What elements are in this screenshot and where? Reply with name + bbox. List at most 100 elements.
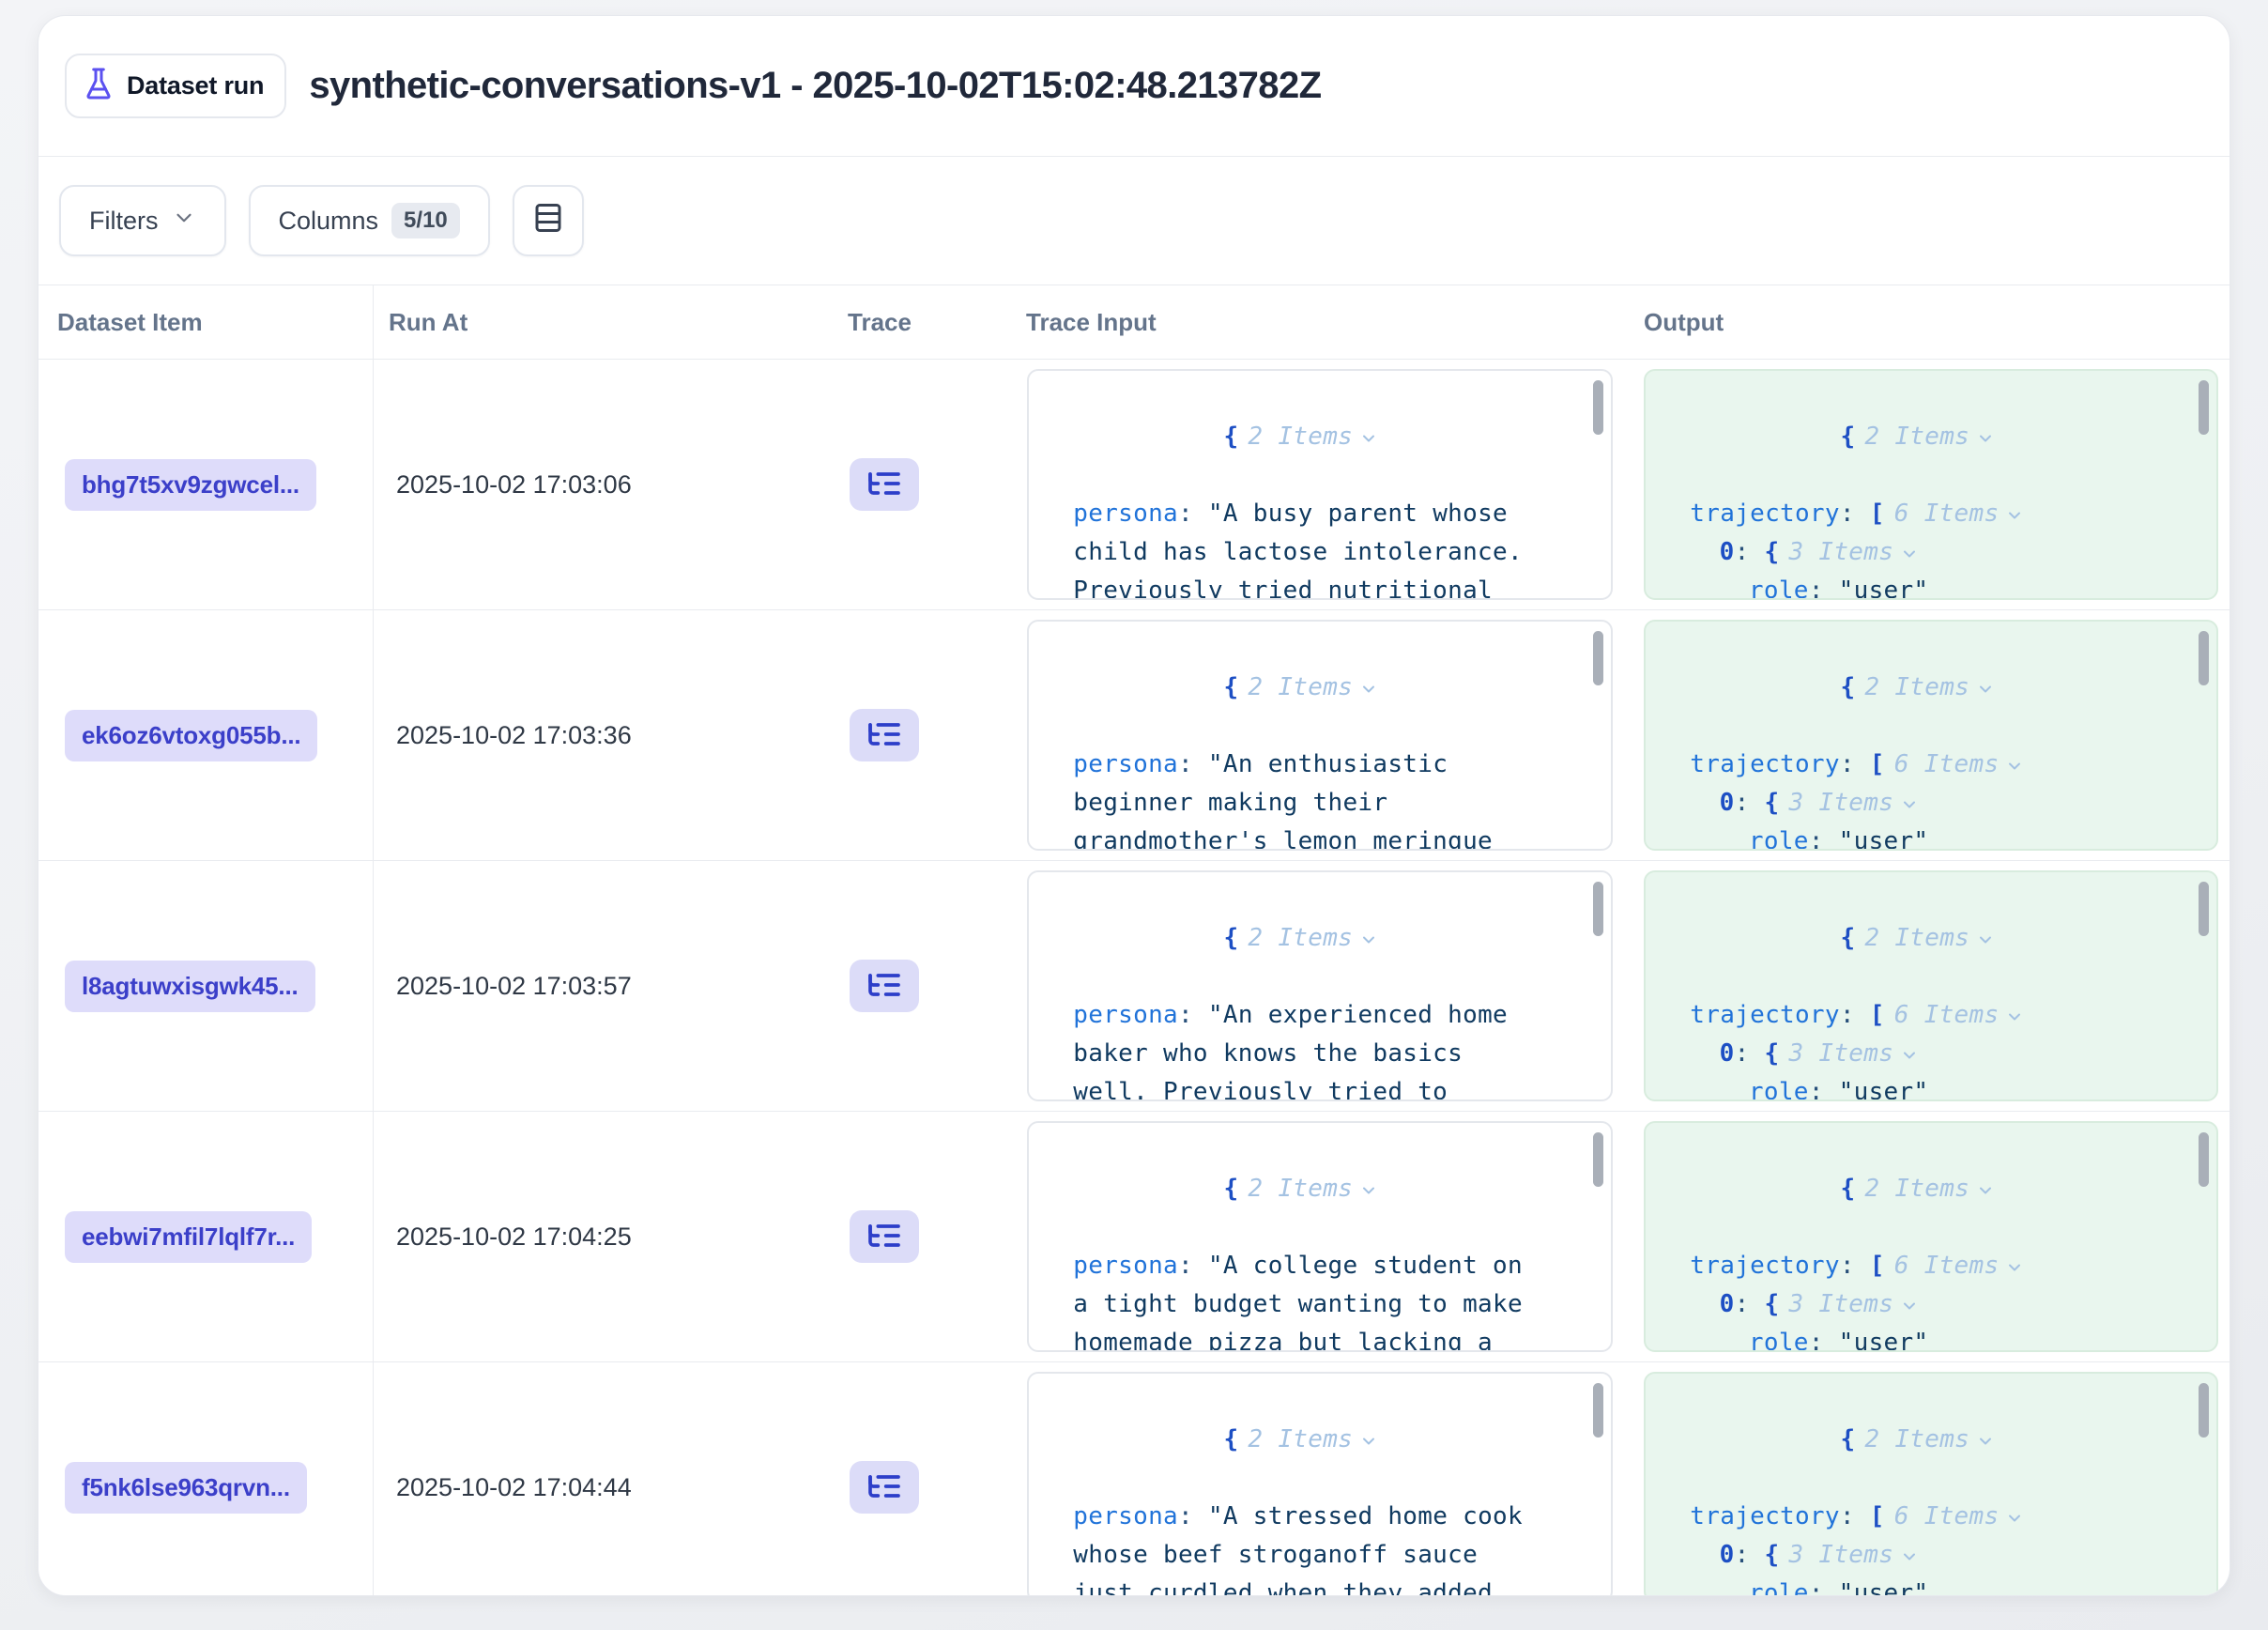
row-height-button[interactable]	[513, 185, 584, 256]
output-json-viewer[interactable]: {2 Items trajectory: [6 Items 0: {3 Item…	[1644, 620, 2218, 851]
dataset-item-link[interactable]: f5nk6lse963qrvn...	[65, 1462, 307, 1514]
scrollbar-thumb[interactable]	[2199, 1132, 2209, 1187]
dataset-item-link[interactable]: ek6oz6vtoxg055b...	[65, 710, 317, 761]
scrollbar-thumb[interactable]	[2199, 380, 2209, 435]
filters-label: Filters	[89, 207, 159, 236]
rows-icon	[531, 201, 565, 241]
item-count-toggle[interactable]: 2 Items	[1248, 1175, 1378, 1203]
table-body: bhg7t5xv9zgwcel... 2025-10-02 17:03:06 {…	[38, 360, 2230, 1596]
output-cell: {2 Items trajectory: [6 Items 0: {3 Item…	[1634, 360, 2230, 609]
scrollbar-thumb[interactable]	[2199, 1383, 2209, 1438]
table-header-row: Dataset Item Run At Trace Trace Input Ou…	[38, 284, 2230, 360]
item-count-toggle[interactable]: 3 Items	[1788, 538, 1919, 566]
run-at-value: 2025-10-02 17:03:06	[396, 470, 632, 500]
scrollbar-thumb[interactable]	[1593, 882, 1603, 936]
run-at-value: 2025-10-02 17:03:36	[396, 721, 632, 750]
item-count-toggle[interactable]: 2 Items	[1864, 924, 1995, 952]
scrollbar-thumb[interactable]	[1593, 1132, 1603, 1187]
dataset-run-badge: Dataset run	[65, 54, 286, 118]
dataset-item-cell: f5nk6lse963qrvn...	[38, 1362, 374, 1596]
trace-button[interactable]	[850, 709, 919, 761]
badge-label: Dataset run	[127, 71, 264, 100]
item-count-toggle[interactable]: 6 Items	[1894, 1001, 2025, 1029]
columns-count-badge: 5/10	[391, 203, 460, 238]
item-count-toggle[interactable]: 3 Items	[1788, 789, 1919, 817]
output-json-viewer[interactable]: {2 Items trajectory: [6 Items 0: {3 Item…	[1644, 870, 2218, 1101]
trace-input-cell: {2 Items persona: "An experienced home b…	[1015, 861, 1634, 1111]
dataset-item-link[interactable]: eebwi7mfil7lqlf7r...	[65, 1211, 312, 1263]
scrollbar-thumb[interactable]	[1593, 1383, 1603, 1438]
toolbar: Filters Columns 5/10	[38, 157, 2230, 284]
output-json-viewer[interactable]: {2 Items trajectory: [6 Items 0: {3 Item…	[1644, 369, 2218, 600]
filters-button[interactable]: Filters	[59, 185, 226, 256]
page-background: Dataset run synthetic-conversations-v1 -…	[0, 0, 2268, 1630]
list-tree-icon	[866, 465, 903, 505]
trace-button[interactable]	[850, 960, 919, 1012]
trace-button[interactable]	[850, 1461, 919, 1514]
scrollbar-thumb[interactable]	[2199, 882, 2209, 936]
output-cell: {2 Items trajectory: [6 Items 0: {3 Item…	[1634, 861, 2230, 1111]
item-count-toggle[interactable]: 2 Items	[1864, 1425, 1995, 1453]
scrollbar-thumb[interactable]	[1593, 631, 1603, 685]
item-count-toggle[interactable]: 2 Items	[1248, 423, 1378, 451]
dataset-item-link[interactable]: bhg7t5xv9zgwcel...	[65, 459, 316, 511]
trace-input-cell: {2 Items persona: "An enthusiastic begin…	[1015, 610, 1634, 860]
run-at-cell: 2025-10-02 17:03:57	[374, 861, 836, 1111]
chevron-down-icon	[172, 206, 196, 237]
table-row: ek6oz6vtoxg055b... 2025-10-02 17:03:36 {…	[38, 610, 2230, 861]
list-tree-icon	[866, 1468, 903, 1508]
trace-button[interactable]	[850, 458, 919, 511]
item-count-toggle[interactable]: 2 Items	[1864, 673, 1995, 701]
list-tree-icon	[866, 715, 903, 756]
output-json-viewer[interactable]: {2 Items trajectory: [6 Items 0: {3 Item…	[1644, 1372, 2218, 1596]
trace-button[interactable]	[850, 1210, 919, 1263]
column-header-dataset-item: Dataset Item	[38, 285, 374, 359]
panel-header: Dataset run synthetic-conversations-v1 -…	[38, 16, 2230, 157]
item-count-toggle[interactable]: 6 Items	[1894, 1252, 2025, 1280]
run-at-value: 2025-10-02 17:03:57	[396, 972, 632, 1001]
item-count-toggle[interactable]: 2 Items	[1248, 924, 1378, 952]
trace-input-cell: {2 Items persona: "A stressed home cook …	[1015, 1362, 1634, 1596]
output-cell: {2 Items trajectory: [6 Items 0: {3 Item…	[1634, 1362, 2230, 1596]
trace-input-json-viewer[interactable]: {2 Items persona: "An enthusiastic begin…	[1027, 620, 1613, 851]
run-at-cell: 2025-10-02 17:03:36	[374, 610, 836, 860]
trace-input-json-viewer[interactable]: {2 Items persona: "A stressed home cook …	[1027, 1372, 1613, 1596]
output-cell: {2 Items trajectory: [6 Items 0: {3 Item…	[1634, 1112, 2230, 1361]
output-json-viewer[interactable]: {2 Items trajectory: [6 Items 0: {3 Item…	[1644, 1121, 2218, 1352]
dataset-item-cell: eebwi7mfil7lqlf7r...	[38, 1112, 374, 1361]
item-count-toggle[interactable]: 3 Items	[1788, 1290, 1919, 1318]
output-cell: {2 Items trajectory: [6 Items 0: {3 Item…	[1634, 610, 2230, 860]
item-count-toggle[interactable]: 6 Items	[1894, 1502, 2025, 1530]
table-row: bhg7t5xv9zgwcel... 2025-10-02 17:03:06 {…	[38, 360, 2230, 610]
dataset-run-panel: Dataset run synthetic-conversations-v1 -…	[38, 15, 2230, 1596]
run-at-cell: 2025-10-02 17:04:25	[374, 1112, 836, 1361]
item-count-toggle[interactable]: 3 Items	[1788, 1541, 1919, 1569]
trace-cell	[836, 1362, 1015, 1596]
scrollbar-thumb[interactable]	[1593, 380, 1603, 435]
trace-cell	[836, 861, 1015, 1111]
table-row: l8agtuwxisgwk45... 2025-10-02 17:03:57 {…	[38, 861, 2230, 1112]
trace-cell	[836, 360, 1015, 609]
columns-label: Columns	[279, 207, 379, 236]
dataset-item-link[interactable]: l8agtuwxisgwk45...	[65, 961, 315, 1012]
run-at-cell: 2025-10-02 17:03:06	[374, 360, 836, 609]
item-count-toggle[interactable]: 6 Items	[1894, 500, 2025, 528]
trace-input-json-viewer[interactable]: {2 Items persona: "A college student on …	[1027, 1121, 1613, 1352]
table-row: eebwi7mfil7lqlf7r... 2025-10-02 17:04:25…	[38, 1112, 2230, 1362]
column-header-output: Output	[1634, 308, 2230, 337]
item-count-toggle[interactable]: 3 Items	[1788, 1039, 1919, 1068]
item-count-toggle[interactable]: 2 Items	[1864, 423, 1995, 451]
trace-input-json-viewer[interactable]: {2 Items persona: "An experienced home b…	[1027, 870, 1613, 1101]
trace-input-json-viewer[interactable]: {2 Items persona: "A busy parent whose c…	[1027, 369, 1613, 600]
item-count-toggle[interactable]: 6 Items	[1894, 750, 2025, 778]
columns-button[interactable]: Columns 5/10	[249, 185, 490, 256]
trace-input-cell: {2 Items persona: "A college student on …	[1015, 1112, 1634, 1361]
flask-icon	[82, 67, 115, 105]
item-count-toggle[interactable]: 2 Items	[1248, 673, 1378, 701]
item-count-toggle[interactable]: 2 Items	[1864, 1175, 1995, 1203]
table-row: f5nk6lse963qrvn... 2025-10-02 17:04:44 {…	[38, 1362, 2230, 1596]
list-tree-icon	[866, 1217, 903, 1257]
item-count-toggle[interactable]: 2 Items	[1248, 1425, 1378, 1453]
scrollbar-thumb[interactable]	[2199, 631, 2209, 685]
dataset-item-cell: l8agtuwxisgwk45...	[38, 861, 374, 1111]
